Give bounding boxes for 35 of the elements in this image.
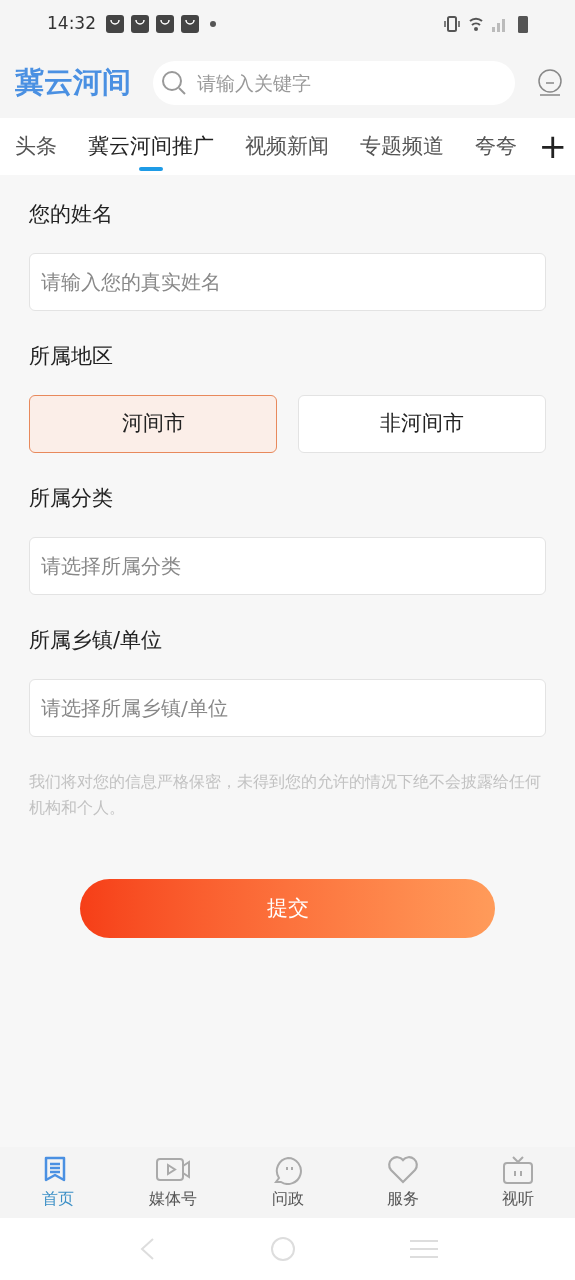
- news-tab[interactable]: 冀云河间推广: [88, 118, 214, 175]
- signal-icon: [492, 16, 506, 32]
- field-label: 所属地区: [29, 343, 114, 370]
- shopping-bag-icon: [181, 15, 199, 33]
- search-icon: [161, 70, 187, 96]
- profile-icon[interactable]: [537, 69, 563, 97]
- dot-icon: [210, 21, 216, 27]
- battery-icon: [518, 15, 528, 33]
- status-time: 14:32: [47, 12, 96, 36]
- shopping-bag-icon: [156, 15, 174, 33]
- wifi-icon: [468, 17, 484, 31]
- field-label: 您的姓名: [29, 201, 114, 228]
- news-tab[interactable]: 专题频道: [360, 118, 444, 175]
- news-tab[interactable]: 头条: [15, 118, 57, 175]
- home-circle-icon[interactable]: [270, 1236, 297, 1262]
- field-label: 所属分类: [29, 485, 114, 512]
- field-label: 所属乡镇/单位: [29, 627, 164, 654]
- input-field[interactable]: 请选择所属分类: [29, 537, 546, 595]
- shopping-bag-icon: [106, 15, 124, 33]
- vibrate-icon: [444, 16, 460, 32]
- news-tab[interactable]: 夸夸: [475, 118, 517, 175]
- app-logo: 冀云河间: [15, 64, 131, 102]
- nav-tab[interactable]: 媒体号: [115, 1147, 230, 1218]
- nav-tab[interactable]: 服务: [345, 1147, 460, 1218]
- search-field[interactable]: 请输入关键字: [153, 61, 515, 105]
- input-field[interactable]: 请选择所属乡镇/单位: [29, 679, 546, 737]
- shopping-bag-icon: [131, 15, 149, 33]
- news-tab[interactable]: 视频新闻: [245, 118, 329, 175]
- region-option[interactable]: 非河间市: [298, 395, 546, 453]
- nav-tab[interactable]: 视听: [460, 1147, 575, 1218]
- nav-tab[interactable]: 问政: [230, 1147, 345, 1218]
- tab-indicator: [139, 167, 163, 171]
- region-option[interactable]: 河间市: [29, 395, 277, 453]
- menu-icon[interactable]: [410, 1238, 439, 1260]
- input-field[interactable]: 请输入您的真实姓名: [29, 253, 546, 311]
